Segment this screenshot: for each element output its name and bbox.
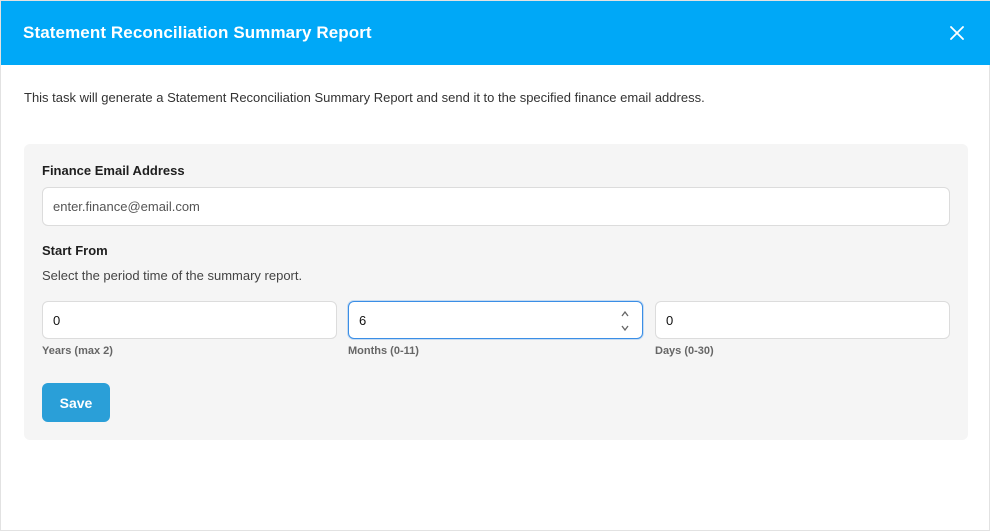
months-value: 6 <box>359 312 367 328</box>
years-value: 0 <box>53 312 61 328</box>
years-caption: Years (max 2) <box>42 345 113 357</box>
report-dialog: Statement Reconciliation Summary Report … <box>0 0 990 531</box>
days-input[interactable]: 0 <box>655 301 950 339</box>
months-spinner[interactable] <box>620 311 630 331</box>
days-caption: Days (0-30) <box>655 345 714 357</box>
dialog-title: Statement Reconciliation Summary Report <box>23 23 372 42</box>
save-button[interactable]: Save <box>42 383 110 422</box>
close-button[interactable] <box>947 23 967 43</box>
dialog-description: This task will generate a Statement Reco… <box>24 90 705 105</box>
spinner-up-icon[interactable] <box>621 311 629 317</box>
spinner-down-icon[interactable] <box>621 325 629 331</box>
years-input[interactable]: 0 <box>42 301 337 339</box>
days-value: 0 <box>666 312 674 328</box>
months-input[interactable]: 6 <box>348 301 643 339</box>
close-icon <box>950 26 964 40</box>
months-caption: Months (0-11) <box>348 345 419 357</box>
finance-email-input[interactable] <box>42 187 950 226</box>
form-panel: Finance Email Address Start From Select … <box>24 144 968 440</box>
dialog-header: Statement Reconciliation Summary Report <box>1 1 990 65</box>
email-label: Finance Email Address <box>42 163 185 178</box>
start-from-label: Start From <box>42 243 108 258</box>
start-from-help: Select the period time of the summary re… <box>42 268 303 283</box>
